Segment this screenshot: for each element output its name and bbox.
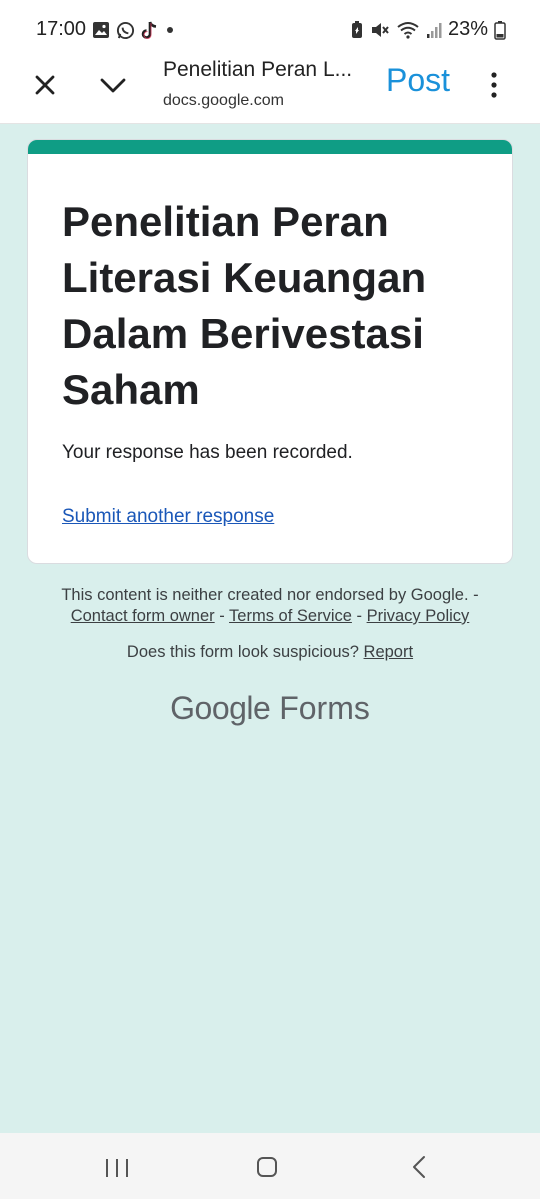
battery-icon: [494, 20, 506, 40]
confirmation-message: Your response has been recorded.: [62, 442, 353, 463]
separator: -: [351, 607, 367, 625]
page-title: Penelitian Peran L...: [163, 58, 353, 81]
forms-wordmark: Forms: [279, 690, 370, 726]
browser-toolbar: Penelitian Peran L... docs.google.com Po…: [0, 58, 540, 124]
back-icon[interactable]: [410, 1155, 428, 1179]
google-forms-logo[interactable]: Google Forms: [0, 690, 540, 727]
google-wordmark: Google: [170, 690, 271, 726]
tiktok-icon: [141, 21, 157, 39]
contact-form-owner-link[interactable]: Contact form owner: [71, 607, 215, 625]
report-prompt: Does this form look suspicious? Report: [30, 643, 510, 662]
report-link[interactable]: Report: [364, 643, 414, 661]
gallery-icon: [93, 22, 109, 38]
recent-apps-icon[interactable]: [104, 1157, 130, 1179]
home-icon[interactable]: [256, 1156, 278, 1178]
status-bar: 17:00 23%: [0, 0, 540, 60]
signal-icon: [426, 22, 442, 38]
notification-icons: [92, 20, 175, 40]
more-options-icon[interactable]: [484, 70, 504, 100]
privacy-policy-link[interactable]: Privacy Policy: [367, 607, 470, 625]
separator: -: [214, 607, 230, 625]
whatsapp-icon: [116, 21, 135, 39]
dot-icon: [167, 27, 173, 33]
disclaimer: This content is neither created nor endo…: [30, 585, 510, 627]
post-button[interactable]: Post: [386, 62, 450, 99]
wifi-icon: [397, 21, 419, 39]
terms-of-service-link[interactable]: Terms of Service: [229, 607, 352, 625]
chevron-down-icon[interactable]: [98, 72, 128, 98]
suspicious-question: Does this form look suspicious?: [126, 643, 359, 661]
form-confirmation-card: Penelitian Peran Literasi Keuangan Dalam…: [27, 139, 513, 564]
card-accent-bar: [28, 140, 512, 154]
status-time: 17:00: [36, 18, 87, 40]
close-icon[interactable]: [30, 70, 60, 100]
page-url: docs.google.com: [163, 92, 284, 109]
submit-another-response-link[interactable]: Submit another response: [62, 506, 274, 528]
disclaimer-text: This content is neither created nor endo…: [61, 586, 479, 604]
system-nav-bar: [0, 1133, 540, 1199]
system-status: 23%: [350, 18, 506, 41]
battery-saver-icon: [351, 20, 362, 38]
form-title: Penelitian Peran Literasi Keuangan Dalam…: [62, 198, 427, 413]
battery-percent: 23%: [447, 18, 488, 40]
mute-icon: [371, 22, 389, 37]
